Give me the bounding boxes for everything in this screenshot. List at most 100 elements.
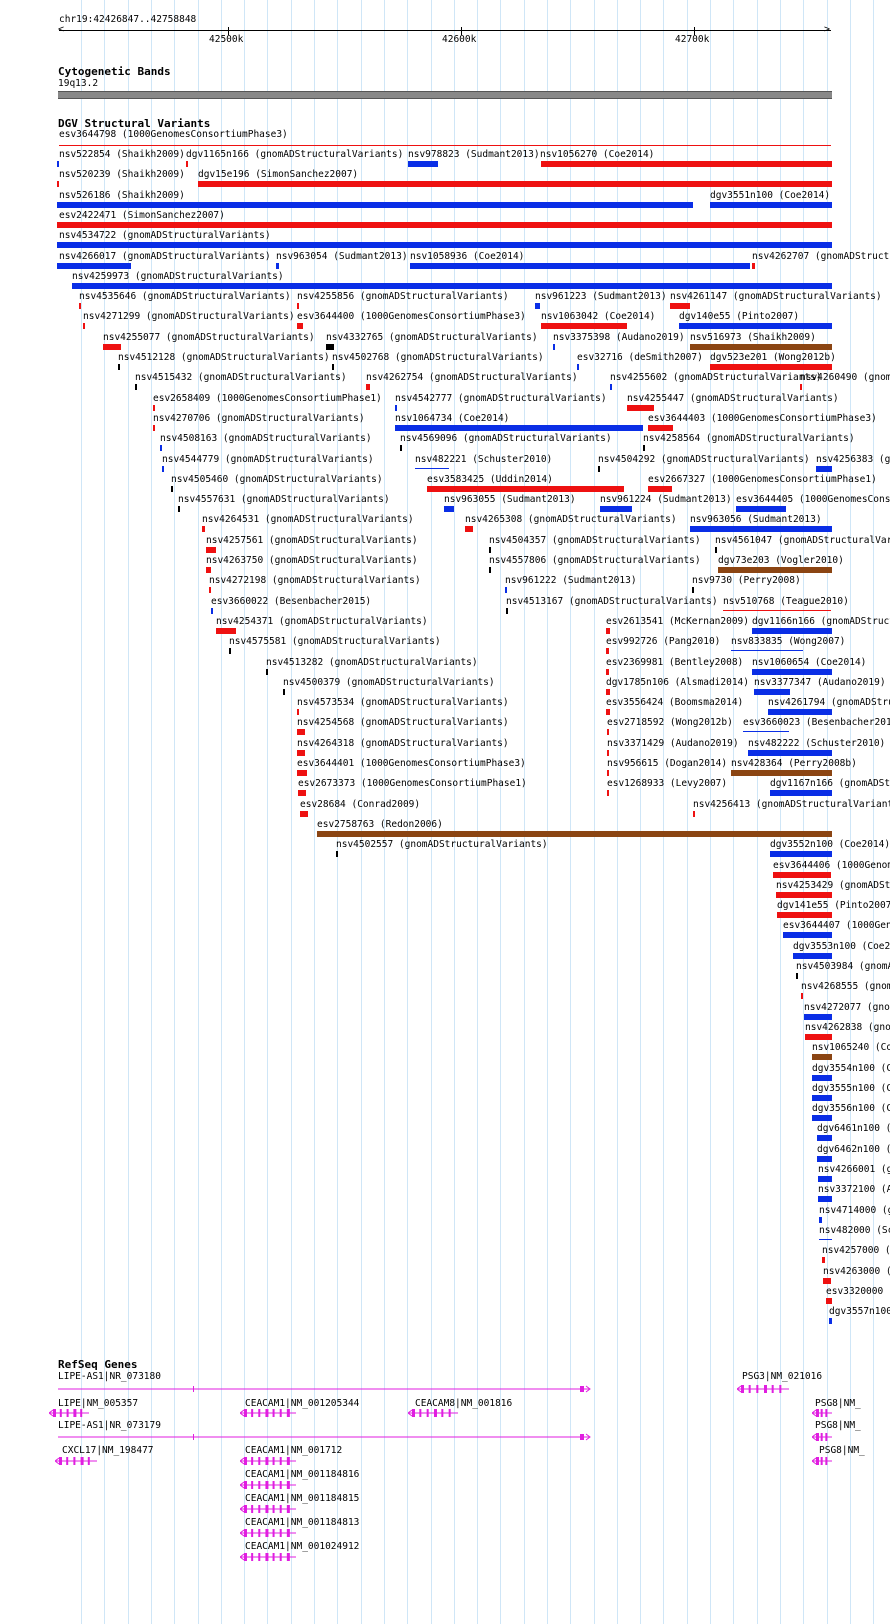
dgv-feature-bar[interactable]	[748, 749, 832, 756]
dgv-feature-bar[interactable]	[606, 709, 610, 716]
dgv-feature-bar[interactable]	[336, 851, 338, 858]
dgv-feature-bar[interactable]	[817, 1135, 832, 1142]
dgv-feature-bar[interactable]	[606, 668, 609, 675]
dgv-feature-bar[interactable]	[57, 161, 59, 167]
dgv-feature-bar[interactable]	[198, 181, 832, 188]
dgv-feature-bar[interactable]	[178, 506, 180, 513]
dgv-feature-bar[interactable]	[153, 424, 155, 431]
dgv-feature-bar[interactable]	[216, 627, 236, 634]
dgv-feature-bar[interactable]	[822, 1257, 825, 1264]
gene-model-glyph[interactable]	[812, 1431, 836, 1443]
dgv-feature-bar[interactable]	[648, 424, 673, 431]
dgv-feature-bar[interactable]	[171, 485, 173, 492]
dgv-feature-bar[interactable]	[202, 526, 205, 533]
gene-model-glyph[interactable]	[240, 1455, 300, 1467]
dgv-feature-bar[interactable]	[415, 467, 449, 469]
dgv-feature-bar[interactable]	[690, 343, 832, 350]
dgv-feature-bar[interactable]	[812, 1094, 832, 1101]
gene-model-glyph[interactable]	[240, 1527, 300, 1539]
dgv-feature-bar[interactable]	[710, 364, 832, 370]
dgv-feature-bar[interactable]	[770, 790, 832, 797]
dgv-feature-bar[interactable]	[57, 181, 59, 188]
dgv-feature-bar[interactable]	[297, 303, 299, 310]
dgv-feature-bar[interactable]	[297, 709, 299, 716]
dgv-feature-bar[interactable]	[731, 650, 803, 652]
dgv-feature-bar[interactable]	[607, 790, 609, 797]
dgv-feature-bar[interactable]	[783, 932, 832, 939]
dgv-feature-bar[interactable]	[768, 709, 832, 716]
dgv-feature-bar[interactable]	[812, 1054, 832, 1061]
dgv-feature-bar[interactable]	[283, 688, 285, 695]
dgv-feature-bar[interactable]	[229, 648, 231, 655]
dgv-feature-bar[interactable]	[57, 242, 832, 249]
dgv-feature-bar[interactable]	[773, 871, 831, 878]
dgv-feature-bar[interactable]	[710, 201, 832, 208]
dgv-feature-bar[interactable]	[818, 1176, 832, 1182]
dgv-feature-bar[interactable]	[679, 323, 832, 330]
dgv-feature-bar[interactable]	[743, 731, 789, 733]
dgv-feature-bar[interactable]	[770, 851, 832, 858]
dgv-feature-bar[interactable]	[690, 526, 832, 533]
dgv-feature-bar[interactable]	[577, 364, 579, 370]
gene-model-glyph[interactable]	[240, 1503, 300, 1515]
gene-model-glyph[interactable]	[49, 1407, 93, 1419]
dgv-feature-bar[interactable]	[297, 749, 305, 756]
gene-model-glyph[interactable]	[58, 1383, 594, 1395]
dgv-feature-bar[interactable]	[692, 587, 694, 594]
dgv-feature-bar[interactable]	[366, 384, 370, 391]
dgv-feature-bar[interactable]	[776, 891, 832, 898]
gene-model-glyph[interactable]	[812, 1407, 836, 1419]
dgv-feature-bar[interactable]	[648, 485, 672, 492]
dgv-feature-bar[interactable]	[826, 1297, 832, 1304]
dgv-feature-bar[interactable]	[410, 262, 750, 269]
dgv-feature-bar[interactable]	[332, 364, 334, 370]
dgv-feature-bar[interactable]	[326, 343, 334, 350]
dgv-feature-bar[interactable]	[276, 262, 279, 269]
dgv-feature-bar[interactable]	[317, 830, 832, 837]
dgv-feature-bar[interactable]	[718, 567, 832, 573]
dgv-feature-bar[interactable]	[819, 1216, 822, 1223]
dgv-feature-bar[interactable]	[606, 627, 610, 634]
dgv-feature-bar[interactable]	[535, 303, 540, 310]
dgv-feature-bar[interactable]	[505, 587, 507, 594]
dgv-feature-bar[interactable]	[607, 729, 609, 736]
dgv-feature-bar[interactable]	[300, 810, 308, 817]
gene-model-glyph[interactable]	[240, 1551, 300, 1563]
dgv-feature-bar[interactable]	[816, 465, 832, 472]
dgv-feature-bar[interactable]	[829, 1318, 832, 1325]
dgv-feature-bar[interactable]	[607, 749, 609, 756]
dgv-feature-bar[interactable]	[819, 1238, 832, 1240]
dgv-feature-bar[interactable]	[57, 221, 832, 228]
dgv-feature-bar[interactable]	[83, 323, 85, 330]
dgv-feature-bar[interactable]	[186, 161, 188, 167]
dgv-feature-bar[interactable]	[818, 1196, 832, 1203]
dgv-feature-bar[interactable]	[600, 506, 632, 513]
dgv-feature-bar[interactable]	[209, 587, 211, 594]
dgv-feature-bar[interactable]	[103, 343, 121, 350]
dgv-feature-bar[interactable]	[297, 770, 307, 776]
dgv-feature-bar[interactable]	[395, 424, 643, 431]
dgv-feature-bar[interactable]	[297, 323, 303, 330]
dgv-feature-bar[interactable]	[489, 567, 491, 573]
gene-model-glyph[interactable]	[737, 1383, 793, 1395]
dgv-feature-bar[interactable]	[395, 404, 397, 411]
dgv-feature-bar[interactable]	[297, 729, 305, 736]
dgv-feature-bar[interactable]	[606, 688, 610, 695]
dgv-feature-bar[interactable]	[670, 303, 690, 310]
dgv-feature-bar[interactable]	[408, 161, 438, 167]
dgv-feature-bar[interactable]	[731, 770, 832, 776]
dgv-feature-bar[interactable]	[777, 912, 832, 919]
dgv-feature-bar[interactable]	[823, 1277, 831, 1284]
dgv-feature-bar[interactable]	[444, 506, 454, 513]
dgv-feature-bar[interactable]	[135, 384, 137, 391]
dgv-feature-bar[interactable]	[206, 546, 216, 553]
dgv-feature-bar[interactable]	[541, 161, 832, 167]
dgv-feature-bar[interactable]	[57, 262, 131, 269]
dgv-feature-bar[interactable]	[817, 1155, 832, 1162]
dgv-feature-bar[interactable]	[298, 790, 306, 797]
dgv-feature-bar[interactable]	[553, 343, 555, 350]
dgv-feature-bar[interactable]	[643, 445, 645, 452]
dgv-feature-bar[interactable]	[723, 609, 831, 611]
dgv-feature-bar[interactable]	[752, 262, 755, 269]
dgv-feature-bar[interactable]	[606, 648, 609, 655]
